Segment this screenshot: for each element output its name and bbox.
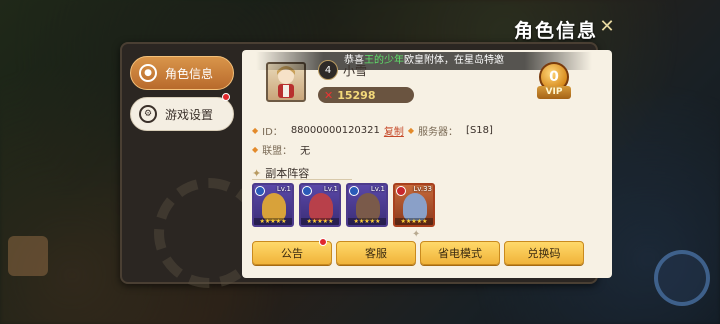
- hero-card[interactable]: Lv.1 ★★★★★: [299, 183, 341, 227]
- customer-service-button[interactable]: 客服: [336, 241, 416, 265]
- alliance-value: 无: [300, 146, 311, 157]
- hero-card[interactable]: Lv.1 ★★★★★: [252, 183, 294, 227]
- hero-stars: ★★★★★: [348, 218, 386, 225]
- hero-portrait-icon: [403, 193, 427, 221]
- hero-portrait-icon: [356, 193, 380, 221]
- hero-stars: ★★★★★: [395, 218, 433, 225]
- window-title: 角色信息: [513, 20, 598, 42]
- vip-badge[interactable]: 0 VIP: [537, 62, 571, 104]
- notification-dot: [319, 238, 327, 246]
- crossed-swords-icon: ✕: [324, 88, 334, 102]
- server-label: 服务器：: [418, 127, 459, 138]
- hero-level: Lv.1: [370, 185, 385, 193]
- hero-card[interactable]: Lv.1 ★★★★★: [346, 183, 388, 227]
- hero-stars: ★★★★★: [301, 218, 339, 225]
- section-divider: [252, 179, 352, 180]
- hero-class-icon: [396, 186, 406, 196]
- power-saving-mode-button[interactable]: 省电模式: [420, 241, 500, 265]
- sidebar-item-role-info[interactable]: ● 角色信息: [130, 56, 234, 90]
- hero-stars: ★★★★★: [254, 218, 292, 225]
- announcement-suffix: 欧皇附体，在星岛特邀: [404, 55, 504, 66]
- hero-class-icon: [302, 186, 312, 196]
- person-icon: ●: [139, 64, 157, 82]
- announcement-player-name: 王的少年: [364, 55, 404, 66]
- hero-class-icon: [349, 186, 359, 196]
- sidebar-item-game-settings[interactable]: ⚙ 游戏设置: [130, 97, 234, 131]
- alliance-row: ◆ 联盟： 无: [252, 142, 310, 157]
- close-x-icon[interactable]: ✕: [598, 18, 616, 36]
- diamond-bullet-icon: ◆: [252, 145, 259, 154]
- alliance-label: 联盟：: [262, 146, 293, 157]
- combat-power-value: 15298: [337, 88, 376, 102]
- id-label: ID：: [262, 127, 283, 138]
- server-value: [S18]: [466, 125, 493, 136]
- diamond-bullet-icon: ◆: [252, 126, 259, 135]
- background-joystick-icon: [654, 250, 710, 306]
- hero-card[interactable]: Lv.33 ★★★★★: [393, 183, 435, 227]
- hero-level: Lv.33: [413, 185, 432, 193]
- background-item-icon: [8, 236, 48, 276]
- player-name: 小雪: [343, 64, 368, 78]
- diamond-bullet-icon: ◆: [407, 126, 415, 135]
- copy-id-link[interactable]: 复制: [384, 123, 404, 138]
- gear-icon: ⚙: [139, 105, 157, 123]
- player-level-badge: 4: [318, 60, 338, 80]
- sidebar-item-label: 游戏设置: [165, 107, 214, 122]
- hero-level: Lv.1: [323, 185, 338, 193]
- vip-label: VIP: [537, 86, 571, 99]
- id-value: 88000000120321: [290, 125, 380, 136]
- id-row: ◆ ID： 88000000120321 复制 ◆ 服务器： [S18]: [252, 123, 493, 138]
- sparkle-icon: ✦: [252, 166, 262, 180]
- avatar-portrait-icon: [277, 66, 295, 98]
- hero-level: Lv.1: [276, 185, 291, 193]
- redeem-code-button[interactable]: 兑换码: [504, 241, 584, 265]
- hero-portrait-icon: [262, 193, 286, 221]
- notification-dot: [222, 93, 230, 101]
- sparkle-icon: ✦: [412, 229, 421, 240]
- hero-class-icon: [255, 186, 265, 196]
- hero-portrait-icon: [309, 193, 333, 221]
- sidebar-item-label: 角色信息: [165, 66, 214, 81]
- combat-power-bar: ✕ 15298: [318, 87, 414, 103]
